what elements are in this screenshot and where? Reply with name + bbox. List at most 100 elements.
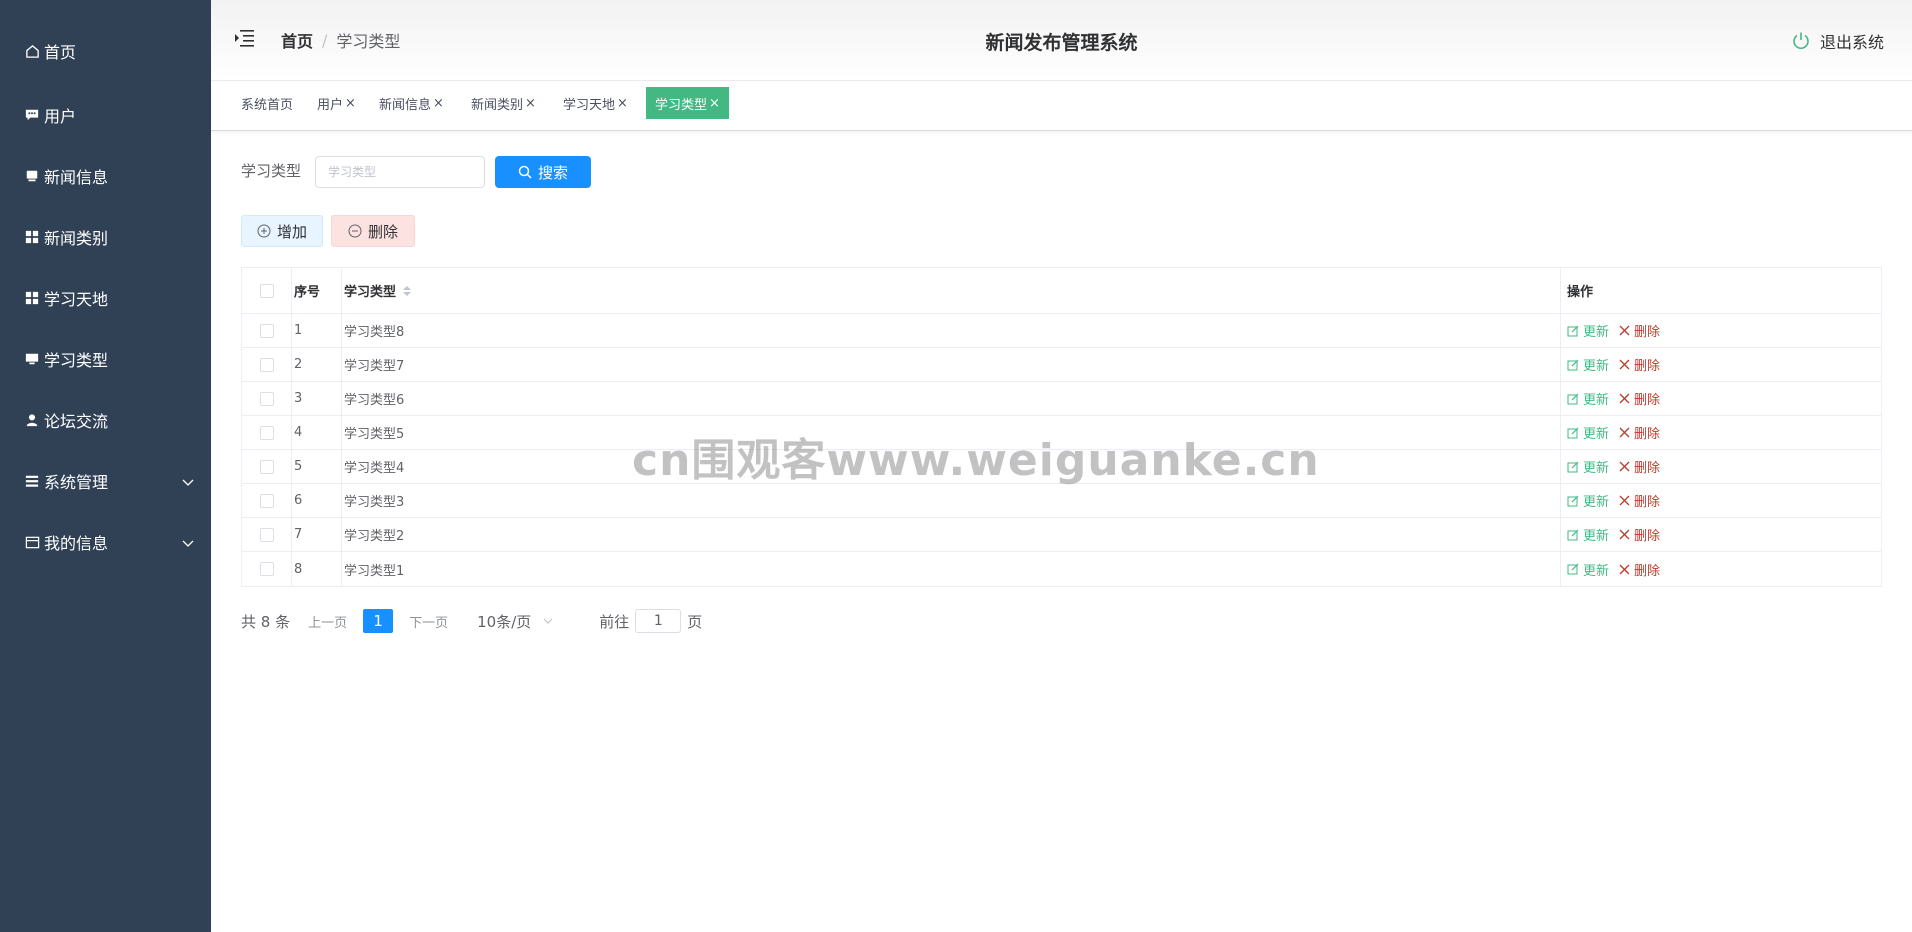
grid-icon [24,229,40,245]
row-actions: 更新 删除 [1561,348,1883,381]
page-number-button[interactable]: 1 [363,609,394,633]
delete-label: 删除 [1634,461,1661,476]
tab-study[interactable]: 学习天地 × [555,87,636,119]
row-checkbox[interactable] [259,425,274,440]
table-row: 1 学习类型8 更新 删除 [242,314,1881,348]
search-label: 学习类型 [241,162,302,180]
table-header-row: 序号 学习类型 操作 [242,268,1881,314]
update-button[interactable]: 更新 [1567,355,1609,374]
chevron-down-icon [182,473,194,492]
delete-label: 删除 [1634,427,1661,442]
edit-icon [1567,461,1579,472]
row-type: 学习类型6 [342,382,1561,415]
logout-button[interactable]: 退出系统 [1791,29,1884,53]
tab-label: 新闻类别 [471,97,524,113]
update-label: 更新 [1583,529,1610,544]
row-select-cell [242,348,292,381]
delete-label: 删除 [1634,359,1661,374]
update-label: 更新 [1583,393,1610,408]
tab-news-info[interactable]: 新闻信息 × [371,87,452,119]
goto-page-input[interactable] [635,609,682,633]
update-label: 更新 [1583,359,1610,374]
logout-label: 退出系统 [1819,33,1884,52]
row-checkbox[interactable] [259,562,274,576]
delete-button[interactable]: 删除 [1619,491,1660,510]
close-icon[interactable]: × [525,96,536,111]
prev-page-button[interactable]: 上一页 [308,612,347,631]
update-button[interactable]: 更新 [1567,525,1609,544]
select-all-cell [242,268,292,313]
delete-button[interactable]: 删除 [1619,355,1660,374]
row-no: 1 [292,314,342,347]
row-checkbox[interactable] [259,493,274,508]
delete-button[interactable]: 删除 [1619,525,1660,544]
row-select-cell [242,382,292,415]
tags-view: 系统首页 用户 × 新闻信息 × 新闻类别 × 学习天地 × 学习类型 × [211,82,1912,131]
page-size-label: 10条/页 [477,612,532,631]
sidebar-item-news-info[interactable]: 新闻信息 [24,164,194,188]
next-page-button[interactable]: 下一页 [409,612,448,631]
tab-label: 学习天地 [563,97,616,113]
edit-icon [1567,427,1579,438]
column-header-type-label: 学习类型 [344,285,397,300]
close-icon[interactable]: × [345,96,356,111]
delete-button[interactable]: 删除 [1619,321,1660,340]
update-button[interactable]: 更新 [1567,321,1609,340]
pagination: 共 8 条 上一页 1 下一页 10条/页 前往 页 [241,607,702,635]
sidebar-item-study[interactable]: 学习天地 [24,286,194,310]
delete-button[interactable]: 删除 [1619,457,1660,476]
close-icon [1619,529,1630,540]
chat-icon [24,107,40,123]
pagination-total: 共 8 条 [241,612,291,631]
delete-button[interactable]: 删除 [1619,560,1660,579]
close-icon[interactable]: × [617,96,628,111]
row-checkbox[interactable] [259,459,274,474]
add-button[interactable]: 增加 [241,215,323,247]
plus-circle-icon [257,224,271,238]
row-actions: 更新 删除 [1561,484,1883,517]
row-checkbox[interactable] [259,323,274,338]
sidebar-item-forum[interactable]: 论坛交流 [24,408,194,432]
sidebar-item-user[interactable]: 用户 [24,103,194,127]
row-checkbox[interactable] [259,527,274,542]
close-icon[interactable]: × [709,96,720,111]
batch-delete-button[interactable]: 删除 [331,215,415,247]
sidebar-item-home[interactable]: 首页 [24,39,194,63]
table-row: 2 学习类型7 更新 删除 [242,348,1881,382]
sort-icon[interactable] [402,285,412,297]
close-icon[interactable]: × [433,96,444,111]
sidebar-item-system[interactable]: 系统管理 [24,469,194,493]
tab-news-category[interactable]: 新闻类别 × [463,87,544,119]
row-checkbox[interactable] [259,391,274,406]
sidebar-item-label: 新闻信息 [44,168,109,187]
update-button[interactable]: 更新 [1567,457,1609,476]
select-all-checkbox[interactable] [259,283,274,298]
search-button[interactable]: 搜索 [495,156,591,188]
monitor-icon [24,351,40,367]
page-title: 新闻发布管理系统 [985,32,1138,54]
tab-system-home[interactable]: 系统首页 [233,87,301,119]
row-actions: 更新 删除 [1561,314,1883,347]
row-actions: 更新 删除 [1561,416,1883,449]
update-button[interactable]: 更新 [1567,491,1609,510]
sidebar-item-my-info[interactable]: 我的信息 [24,530,194,554]
column-header-no: 序号 [292,268,342,313]
update-button[interactable]: 更新 [1567,560,1609,579]
delete-button[interactable]: 删除 [1619,423,1660,442]
row-checkbox[interactable] [259,357,274,372]
delete-button[interactable]: 删除 [1619,389,1660,408]
page-size-select[interactable]: 10条/页 [477,611,553,632]
update-button[interactable]: 更新 [1567,423,1609,442]
search-input[interactable] [315,156,485,188]
close-icon [1619,495,1630,506]
sidebar-item-study-type[interactable]: 学习类型 [24,347,194,371]
row-no: 6 [292,484,342,517]
batch-delete-button-label: 删除 [367,222,398,241]
tab-user[interactable]: 用户 × [309,87,364,119]
table-row: 3 学习类型6 更新 删除 [242,382,1881,416]
tab-study-type[interactable]: 学习类型 × [646,87,729,119]
update-button[interactable]: 更新 [1567,389,1609,408]
minus-circle-icon [348,224,362,238]
column-header-type[interactable]: 学习类型 [342,268,1561,313]
sidebar-item-news-category[interactable]: 新闻类别 [24,225,194,249]
